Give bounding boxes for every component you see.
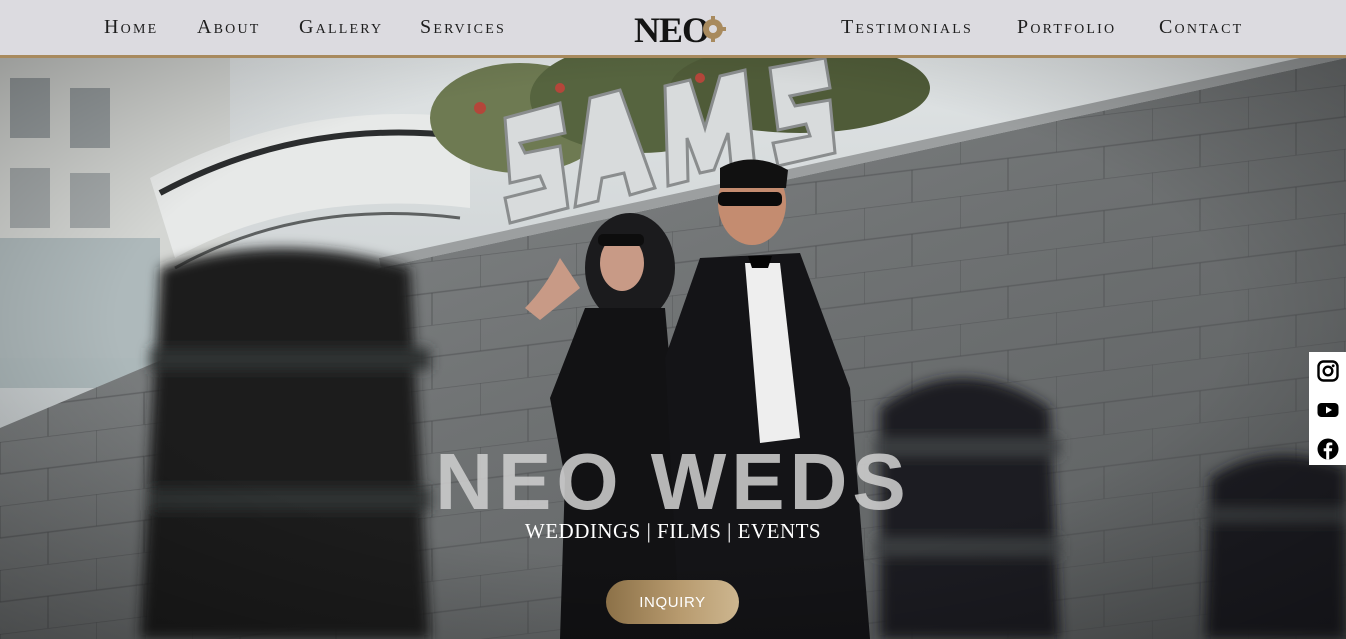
inquiry-button[interactable]: INQUIRY [606, 580, 739, 624]
logo-text: NEO [634, 10, 709, 46]
site-header: Home About Gallery Services NEO Testimon… [0, 0, 1346, 58]
facebook-icon[interactable] [1317, 438, 1339, 460]
hero-background-photo [0, 58, 1346, 639]
hero-subtitle: WEDDINGS | FILMS | EVENTS [524, 519, 822, 543]
neo-logo[interactable]: NEO [634, 10, 726, 46]
social-sidebar [1309, 352, 1346, 465]
instagram-icon[interactable] [1317, 360, 1339, 382]
nav-gallery[interactable]: Gallery [299, 16, 383, 39]
nav-testimonials[interactable]: Testimonials [841, 16, 973, 39]
nav-services[interactable]: Services [420, 16, 506, 39]
hero-title: NEO WEDS [435, 437, 911, 526]
youtube-icon[interactable] [1317, 399, 1339, 421]
hero-section: NEO WEDS WEDDINGS | FILMS | EVENTS INQUI… [0, 58, 1346, 639]
nav-portfolio[interactable]: Portfolio [1017, 16, 1116, 39]
nav-about[interactable]: About [197, 16, 261, 39]
nav-home[interactable]: Home [104, 16, 158, 39]
nav-contact[interactable]: Contact [1159, 16, 1243, 39]
